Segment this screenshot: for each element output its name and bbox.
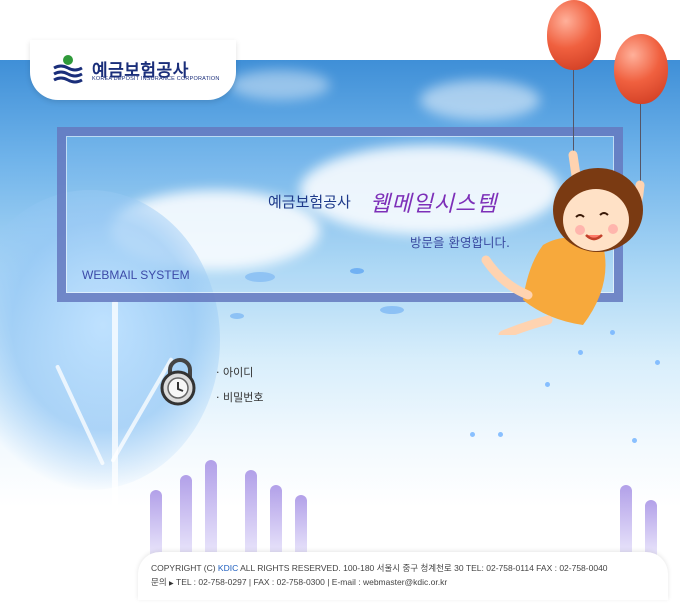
petal	[230, 313, 244, 319]
padlock-icon	[160, 358, 196, 406]
balloon-left	[547, 0, 601, 70]
balloon-right	[614, 34, 668, 104]
cloud	[420, 80, 540, 120]
sparkle-dot	[578, 350, 583, 355]
grass-blade	[645, 500, 657, 555]
tree-trunk	[112, 300, 118, 550]
grass-blade	[620, 485, 632, 555]
grass-blade	[180, 475, 192, 555]
girl-illustration	[481, 150, 645, 335]
copyright-prefix: COPYRIGHT (C)	[151, 563, 218, 573]
copyright-address: ALL RIGHTS RESERVED. 100-180 서울시 중구 청계천로…	[238, 563, 608, 573]
sparkle-dot	[545, 382, 550, 387]
webmail-system-label: WEBMAIL SYSTEM	[82, 268, 190, 282]
kdic-logo-icon	[53, 55, 83, 84]
webmail-login-page: 예금보험공사 KOREA DEPOSIT INSURANCE CORPORATI…	[0, 0, 680, 605]
sparkle-dot	[655, 360, 660, 365]
sparkle-dot	[498, 432, 503, 437]
password-label: · 비밀번호	[216, 391, 264, 404]
grass-blade	[295, 495, 307, 555]
grass-blade	[245, 470, 257, 555]
grass-blade	[205, 460, 217, 555]
sparkle-dot	[470, 432, 475, 437]
cloud	[230, 70, 330, 100]
grass-blade	[150, 490, 162, 555]
logo-name-english: KOREA DEPOSIT INSURANCE CORPORATION	[92, 76, 220, 82]
contact-details: TEL : 02-758-0297 | FAX : 02-758-0300 | …	[173, 577, 448, 587]
footer: COPYRIGHT (C) KDIC ALL RIGHTS RESERVED. …	[138, 552, 668, 600]
brand-kdic: KDIC	[217, 563, 239, 573]
footer-contact: 문의 ▶ TEL : 02-758-0297 | FAX : 02-758-03…	[151, 576, 447, 588]
footer-copyright: COPYRIGHT (C) KDIC ALL RIGHTS RESERVED. …	[151, 562, 608, 574]
petal	[380, 306, 404, 314]
logo-tab: 예금보험공사 KOREA DEPOSIT INSURANCE CORPORATI…	[30, 40, 236, 100]
sparkle-dot	[632, 438, 637, 443]
contact-label: 문의	[151, 577, 167, 587]
grass-blade	[270, 485, 282, 555]
user-id-label: · 아이디	[216, 366, 254, 379]
banner-company-name: 예금보험공사	[268, 193, 351, 211]
